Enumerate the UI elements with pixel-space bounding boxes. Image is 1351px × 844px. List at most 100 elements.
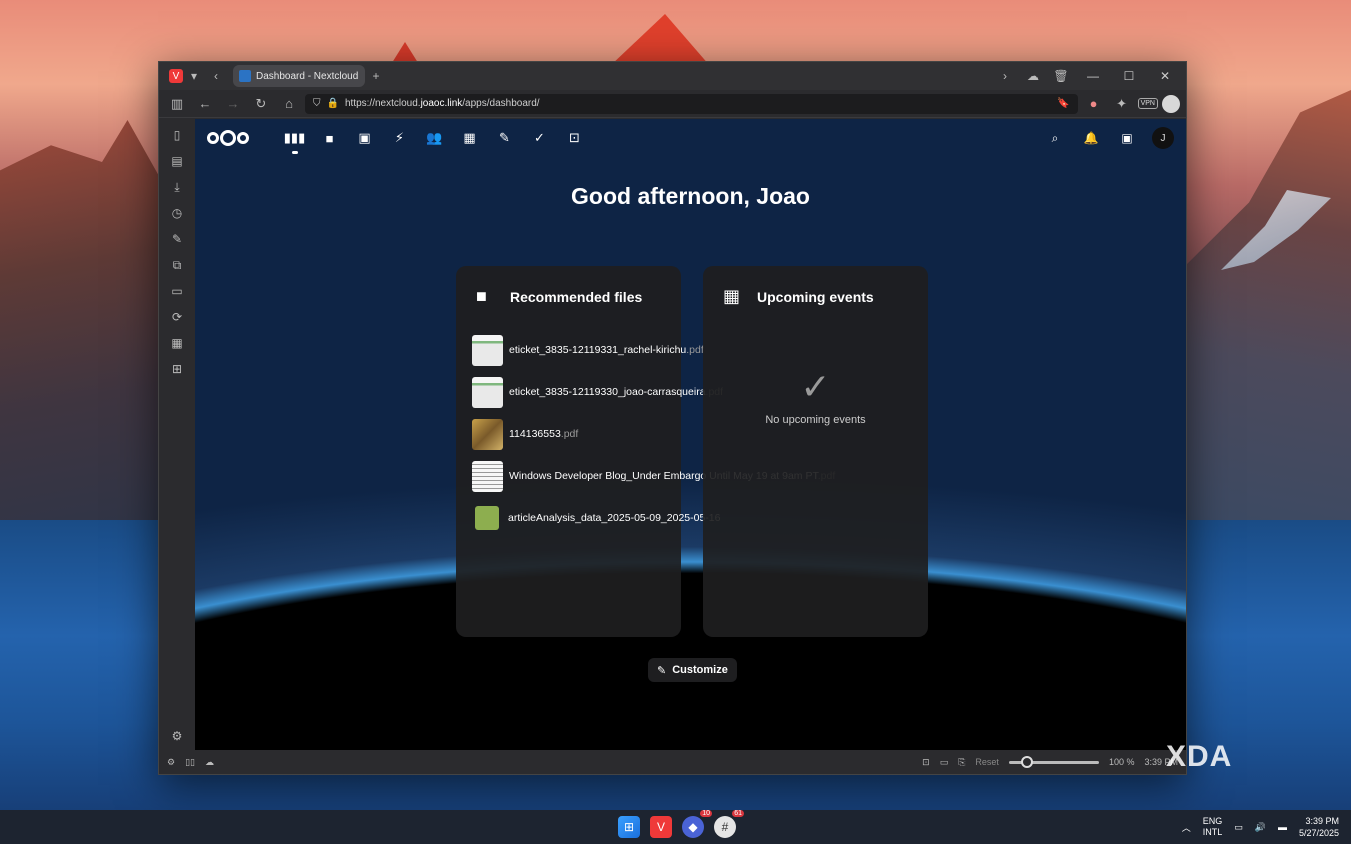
translate-icon[interactable]: ⧉	[169, 257, 185, 273]
close-button[interactable]: ✕	[1150, 69, 1180, 83]
cloud-icon[interactable]: ☁	[1022, 69, 1044, 83]
zoom-slider-thumb[interactable]	[1020, 755, 1033, 768]
user-avatar[interactable]: J	[1152, 127, 1174, 149]
zoom-reset-button[interactable]: Reset	[975, 757, 999, 767]
battery-icon[interactable]: ▬	[1278, 822, 1287, 832]
file-item[interactable]: 114136553.pdf	[456, 413, 681, 455]
maximize-button[interactable]: ☐	[1114, 69, 1144, 83]
nextcloud-logo[interactable]	[207, 130, 249, 146]
minimize-button[interactable]: —	[1078, 69, 1108, 83]
file-thumbnail	[472, 376, 503, 408]
chat-app-taskbar-icon[interactable]: ◆ 10	[682, 810, 712, 838]
back-icon[interactable]: ←	[193, 96, 217, 111]
contacts-app-icon[interactable]: 👥	[417, 130, 452, 146]
extension-brain-icon[interactable]: ●	[1082, 96, 1106, 111]
panel-header: ▦ Upcoming events	[703, 266, 928, 307]
forward-icon[interactable]: →	[221, 96, 245, 111]
customize-button[interactable]: ✎ Customize	[648, 658, 737, 682]
profile-avatar[interactable]	[1162, 94, 1180, 113]
panel-header: ■ Recommended files	[456, 266, 681, 307]
file-item[interactable]: articleAnalysis_data_2025-05-09_2025-05-…	[456, 497, 720, 539]
sync-icon[interactable]: ⟳	[169, 309, 185, 325]
cloud-sync-icon[interactable]: ☁	[205, 757, 214, 768]
xda-watermark: XDA	[1166, 740, 1233, 773]
chevron-up-icon[interactable]: ︿	[1182, 821, 1191, 834]
zoom-slider[interactable]	[1008, 755, 1099, 768]
files-app-icon[interactable]: ■	[312, 131, 347, 146]
start-button-icon[interactable]: ⊞	[618, 816, 640, 838]
deck-app-icon[interactable]: ⊡	[557, 130, 592, 146]
add-panel-icon[interactable]: ⊞	[169, 361, 185, 377]
pencil-icon: ✎	[657, 664, 667, 677]
trash-icon[interactable]: 🗑	[1050, 69, 1072, 83]
language-indicator[interactable]: ENG INTL	[1203, 816, 1223, 838]
history-icon[interactable]: ◷	[169, 205, 185, 221]
photos-app-icon[interactable]: ▣	[347, 130, 382, 146]
contacts-menu-icon[interactable]: ▣	[1116, 131, 1138, 145]
nextcloud-header: ▮▮▮ ■ ▣ ⚡ 👥 ▦ ✎ ✓ ⊡ ⌕ 🔔 ▣ J	[195, 119, 1186, 157]
page-tiling-icon[interactable]: ▭	[940, 757, 949, 768]
file-thumbnail	[472, 418, 503, 450]
tiling-icon[interactable]: ▯▯	[185, 757, 195, 768]
capture-icon[interactable]: ⊡	[922, 757, 930, 768]
greeting-title: Good afternoon, Joao	[571, 183, 810, 209]
tab-back-icon[interactable]: ‹	[205, 69, 227, 83]
calendar-app-icon[interactable]: ▦	[452, 130, 487, 146]
status-bar: ⚙ ▯▯ ☁ ⊡ ▭ ⎘ Reset 100 % 3:39 PM	[159, 750, 1186, 774]
vivaldi-menu-icon[interactable]: V	[169, 69, 183, 83]
settings-icon[interactable]: ⚙	[169, 728, 185, 744]
taskbar-clock[interactable]: 3:39 PM 5/27/2025	[1299, 815, 1339, 839]
bookmarks-icon[interactable]: ▯	[169, 127, 185, 143]
volume-icon[interactable]: 🔊	[1255, 822, 1266, 833]
notes-app-icon[interactable]: ✎	[487, 130, 522, 146]
file-item[interactable]: eticket_3835-12119330_joao-carrasqueira.…	[456, 371, 723, 413]
new-tab-icon[interactable]: +	[365, 69, 387, 83]
address-bar: ▥ ← → ↻ ⌂ ⛉ 🔒 https://nextcloud.joaoc.li…	[159, 90, 1186, 118]
recommended-files-panel: ■ Recommended files eticket_3835-1211933…	[456, 266, 835, 637]
tab-dashboard[interactable]: Dashboard - Nextcloud	[233, 65, 365, 87]
checkmark-icon: ✓	[800, 366, 831, 407]
reading-list-icon[interactable]: ▤	[169, 153, 185, 169]
customize-label: Customize	[672, 664, 728, 676]
dashboard-app-icon[interactable]: ▮▮▮	[277, 130, 312, 154]
notifications-icon[interactable]: 🔔	[1080, 131, 1102, 145]
side-panel: ▯ ▤ ⤓ ◷ ✎ ⧉ ▭ ⟳ ▦ ⊞ ⚙	[159, 119, 195, 750]
zoom-level: 100 %	[1108, 757, 1135, 767]
network-icon[interactable]: ▭	[1234, 822, 1243, 833]
tab-forward-icon[interactable]: ›	[994, 69, 1016, 83]
url-text: https://nextcloud.joaoc.link/apps/dashbo…	[344, 98, 540, 109]
file-item[interactable]: Windows Developer Blog_Under Embargo Unt…	[456, 455, 835, 497]
bookmark-icon[interactable]: 🔖	[1057, 98, 1069, 109]
reader-icon[interactable]: ▭	[169, 283, 185, 299]
browser-body: ▯ ▤ ⤓ ◷ ✎ ⧉ ▭ ⟳ ▦ ⊞ ⚙ ▮▮▮ ■ ▣ ⚡ 👥 ▦ ✎ ✓ …	[159, 119, 1186, 750]
panel-toggle-icon[interactable]: ▥	[165, 96, 189, 112]
downloads-icon[interactable]: ⤓	[169, 179, 185, 195]
home-icon[interactable]: ⌂	[277, 96, 301, 111]
lock-icon[interactable]: 🔒	[327, 98, 339, 109]
vpn-button[interactable]: VPN	[1137, 98, 1158, 109]
activity-app-icon[interactable]: ⚡	[382, 130, 417, 146]
panel-title: Recommended files	[510, 288, 643, 305]
slack-taskbar-icon[interactable]: #61	[714, 810, 744, 838]
calendar-icon[interactable]: ▦	[169, 335, 185, 351]
notes-icon[interactable]: ✎	[169, 231, 185, 247]
desktop-peak	[610, 14, 710, 66]
taskbar: ⊞ V ◆ 10 #61 ︿ ENG INTL ▭ 🔊 ▬ 3:39 PM 5/27/…	[0, 810, 1351, 844]
chevron-down-icon[interactable]: ▾	[183, 69, 205, 83]
search-icon[interactable]: ⌕	[1044, 131, 1066, 146]
tab-title: Dashboard - Nextcloud	[256, 70, 359, 82]
notification-badge: 61	[732, 810, 744, 817]
extensions-icon[interactable]: ✦	[1110, 96, 1134, 112]
tasks-app-icon[interactable]: ✓	[522, 130, 557, 146]
page-actions-icon[interactable]: ⎘	[958, 757, 965, 768]
file-item[interactable]: eticket_3835-12119331_rachel-kirichu.pdf	[456, 329, 704, 371]
notification-badge: 10	[700, 810, 712, 817]
empty-state-text: No upcoming events	[765, 414, 866, 426]
calendar-icon: ▦	[723, 286, 741, 306]
url-field[interactable]: ⛉ 🔒 https://nextcloud.joaoc.link/apps/da…	[305, 93, 1078, 114]
settings-icon[interactable]: ⚙	[167, 757, 175, 768]
shield-icon[interactable]: ⛉	[313, 98, 321, 109]
reload-icon[interactable]: ↻	[249, 96, 273, 112]
title-bar: V ▾ ‹ Dashboard - Nextcloud + › ☁ 🗑 — ☐ …	[159, 62, 1186, 90]
vivaldi-taskbar-icon[interactable]: V	[650, 816, 672, 838]
